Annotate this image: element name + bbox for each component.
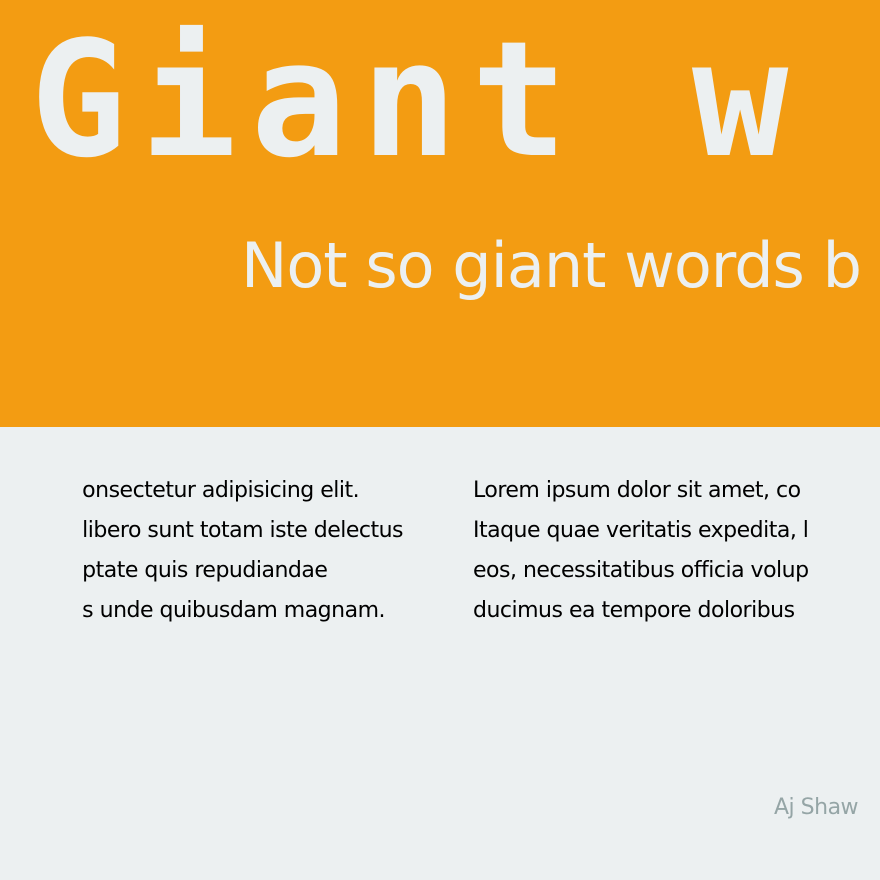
content-area: onsectetur adipisicing elit. libero sunt…	[0, 427, 880, 880]
left-column-text: onsectetur adipisicing elit. libero sunt…	[82, 471, 403, 631]
hero-subtitle: Not so giant words b	[241, 229, 862, 302]
hero-title: Giant w	[30, 6, 803, 193]
slide-page: Giant w Not so giant words b onsectetur …	[0, 0, 880, 880]
left-column-line: s unde quibusdam magnam.	[82, 598, 385, 623]
right-column-line: Itaque quae veritatis expedita, l	[473, 518, 809, 543]
right-column-line: Lorem ipsum dolor sit amet, co	[473, 478, 801, 503]
left-column-line: onsectetur adipisicing elit.	[82, 478, 360, 503]
left-column-line: libero sunt totam iste delectus	[82, 518, 403, 543]
left-column-line: ptate quis repudiandae	[82, 558, 328, 583]
right-column-text: Lorem ipsum dolor sit amet, co Itaque qu…	[473, 471, 809, 631]
hero-banner: Giant w Not so giant words b	[0, 0, 880, 427]
author-name: Aj Shaw	[774, 795, 859, 820]
right-column-line: ducimus ea tempore doloribus	[473, 598, 795, 623]
right-column-line: eos, necessitatibus officia volup	[473, 558, 809, 583]
